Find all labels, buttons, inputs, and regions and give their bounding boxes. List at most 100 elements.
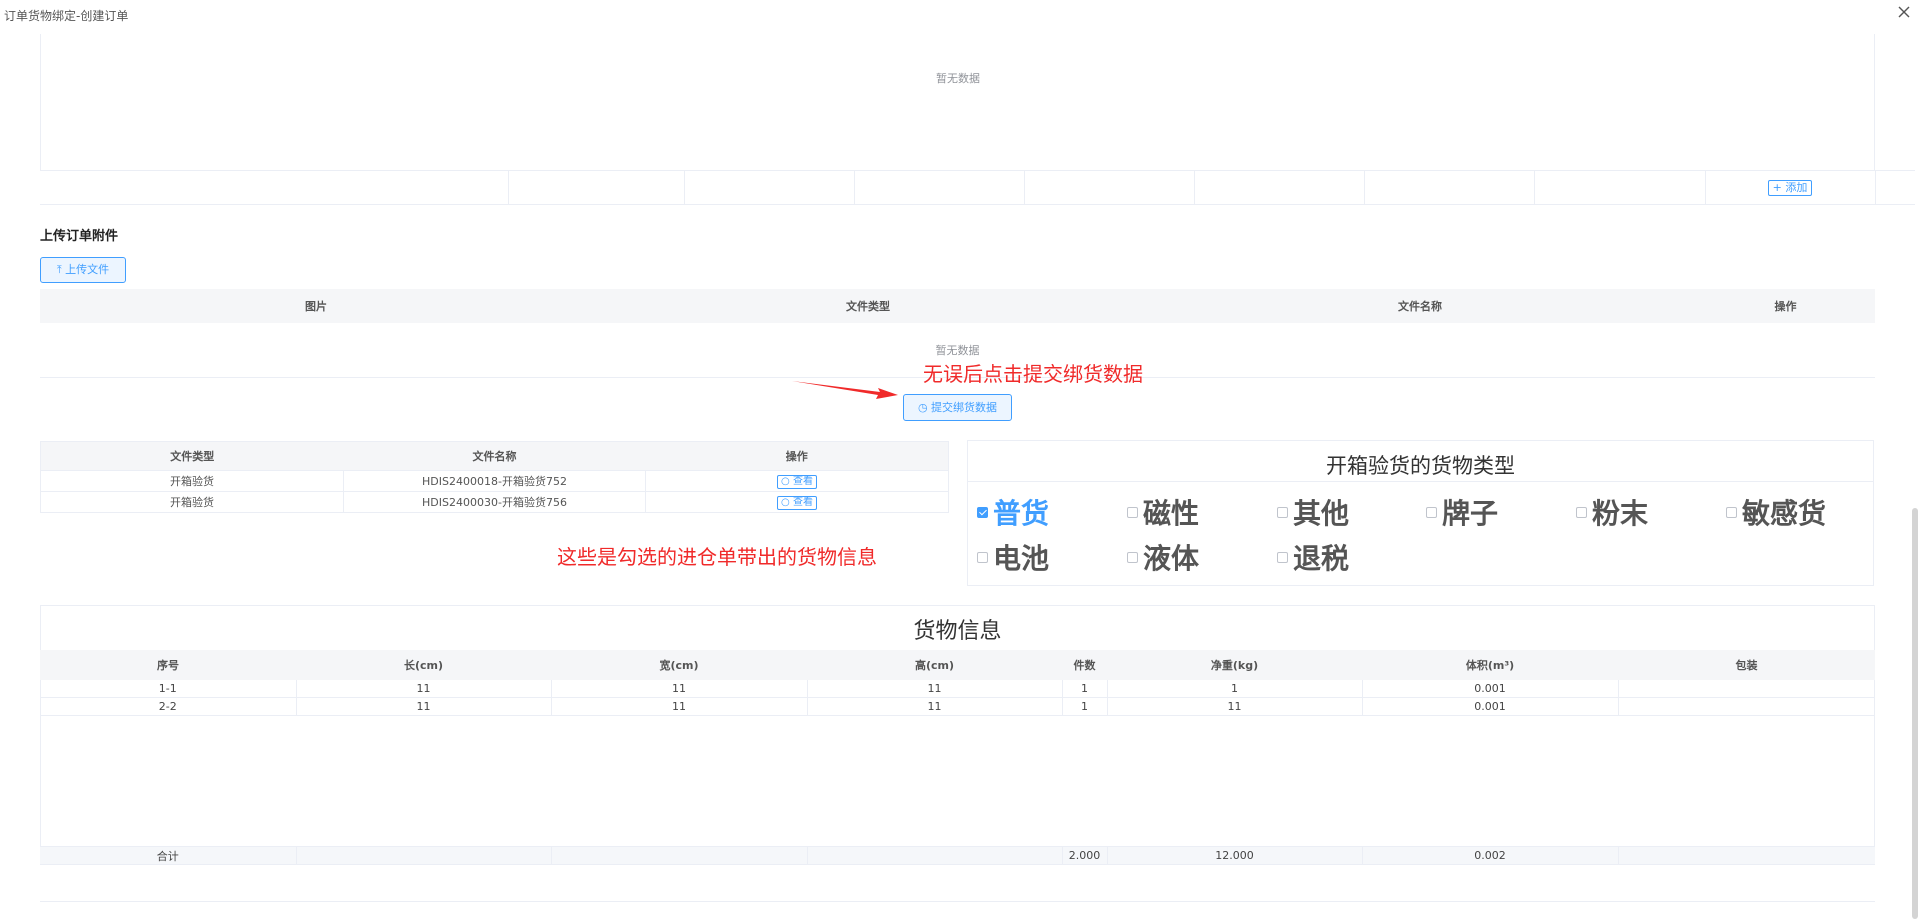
submit-binding-label: 提交绑货数据 [931,401,998,414]
search-icon: ○ [781,475,793,487]
total-height [807,846,1063,865]
cell-packaging [1618,680,1875,698]
checkbox-icon [1426,506,1437,518]
search-icon: ○ [781,496,793,508]
add-row-button[interactable]: + 添加 [1767,179,1813,196]
checkbox-icon [1277,551,1288,563]
cell-volume: 0.001 [1362,680,1619,698]
goods-col-length: 长(cm) [296,650,551,680]
cell-volume: 0.001 [1362,697,1619,716]
goods-col-volume: 体积(m³) [1362,650,1618,680]
total-packaging [1618,846,1875,865]
cargo-type-liquid[interactable]: 液体 [1127,537,1199,577]
total-volume: 0.002 [1362,846,1619,865]
goods-col-width: 宽(cm) [551,650,807,680]
window-title: 订单货物绑定-创建订单 [4,9,129,23]
clock-icon: ◷ [917,401,932,414]
checkbox-icon [1127,551,1138,563]
cargo-type-sensitive[interactable]: 敏感货 [1726,492,1826,532]
cargo-type-label: 粉末 [1592,497,1649,530]
scrollbar-thumb[interactable] [1912,508,1918,919]
cargo-types-title: 开箱验货的货物类型 [1326,454,1515,478]
files-col-name: 文件名称 [343,441,646,471]
close-icon[interactable] [1897,5,1911,19]
top-table-footer-row: + 添加 [40,170,1915,205]
divider [967,481,1874,482]
checkbox-icon [1726,506,1737,518]
cell-no: 2-2 [40,697,297,716]
cell-width: 11 [551,697,808,716]
goods-col-height: 高(cm) [807,650,1062,680]
cargo-type-other[interactable]: 其他 [1277,492,1349,532]
view-file-button[interactable]: ○ 查看 [777,474,817,489]
cell-pieces: 1 [1062,697,1108,716]
table-row: 开箱验货 HDIS2400030-开箱验货756 ○ 查看 [40,491,949,513]
files-col-type: 文件类型 [40,441,344,471]
cell-packaging [1618,697,1875,716]
total-length [296,846,552,865]
checkbox-icon [977,551,988,563]
total-width [551,846,808,865]
total-pieces: 2.000 [1062,846,1108,865]
cargo-type-battery[interactable]: 电池 [977,537,1049,577]
top-table-body [40,34,1875,170]
cell-height: 11 [807,680,1063,698]
checkbox-checked-icon [977,506,988,518]
bottom-divider [40,901,1875,902]
goods-title: 货物信息 [913,619,1002,644]
cargo-type-label: 退税 [1293,542,1350,575]
cargo-type-magnetic[interactable]: 磁性 [1127,492,1199,532]
cell-height: 11 [807,697,1063,716]
view-label: 查看 [792,475,813,487]
cargo-type-label: 电池 [993,542,1050,575]
cargo-type-label: 敏感货 [1742,497,1827,530]
cargo-type-general[interactable]: 普货 [977,492,1049,532]
submit-hint-annotation: 无误后点击提交绑货数据 [923,362,1143,386]
attachments-section-title: 上传订单附件 [40,229,119,244]
cell-net-weight: 11 [1107,697,1363,716]
att-col-file-name: 文件名称 [1144,289,1696,323]
view-file-button[interactable]: ○ 查看 [777,495,817,510]
checkbox-icon [1127,506,1138,518]
cargo-type-brand[interactable]: 牌子 [1426,492,1498,532]
cargo-type-label: 普货 [993,497,1050,530]
cell-width: 11 [551,680,808,698]
cargo-hint-annotation: 这些是勾选的进仓单带出的货物信息 [557,545,877,569]
goods-table: 序号 长(cm) 宽(cm) 高(cm) 件数 净重(kg) 体积(m³) 包装… [40,650,1875,865]
att-empty-label: 暂无数据 [935,344,980,357]
cell-pieces: 1 [1062,680,1108,698]
cargo-type-label: 其他 [1293,497,1350,530]
goods-col-pieces: 件数 [1062,650,1107,680]
goods-col-net-weight: 净重(kg) [1107,650,1362,680]
cargo-type-label: 液体 [1143,542,1200,575]
checkbox-icon [1277,506,1288,518]
checkbox-icon [1576,506,1587,518]
inspection-files-table: 文件类型 文件名称 操作 开箱验货 HDIS2400018-开箱验货752 ○ … [40,441,949,513]
file-type-cell: 开箱验货 [40,470,344,492]
goods-col-no: 序号 [40,650,296,680]
upload-file-button[interactable]: ⤒ 上传文件 [40,257,126,283]
table-row: 1-1 11 11 11 1 1 0.001 [40,680,1875,698]
total-row: 合计 2.000 12.000 0.002 [40,846,1875,865]
cell-net-weight: 1 [1107,680,1363,698]
upload-icon: ⤒ [56,263,66,276]
file-name-cell: HDIS2400018-开箱验货752 [343,470,646,492]
cell-no: 1-1 [40,680,297,698]
goods-col-packaging: 包装 [1618,650,1875,680]
att-col-image: 图片 [40,289,592,323]
annotation-arrow [792,381,898,399]
att-col-file-type: 文件类型 [592,289,1144,323]
cargo-type-tax-refund[interactable]: 退税 [1277,537,1349,577]
cell-length: 11 [296,680,552,698]
upload-file-label: 上传文件 [65,263,110,276]
total-net-weight: 12.000 [1107,846,1363,865]
cargo-type-powder[interactable]: 粉末 [1576,492,1648,532]
goods-blank-area [40,716,1875,847]
top-table-empty-text: 暂无数据 [936,72,980,85]
cargo-type-label: 磁性 [1143,497,1200,530]
submit-binding-button[interactable]: ◷ 提交绑货数据 [903,394,1012,421]
view-label: 查看 [792,496,813,508]
cargo-type-label: 牌子 [1442,497,1499,530]
file-name-cell: HDIS2400030-开箱验货756 [343,491,646,513]
cell-length: 11 [296,697,552,716]
